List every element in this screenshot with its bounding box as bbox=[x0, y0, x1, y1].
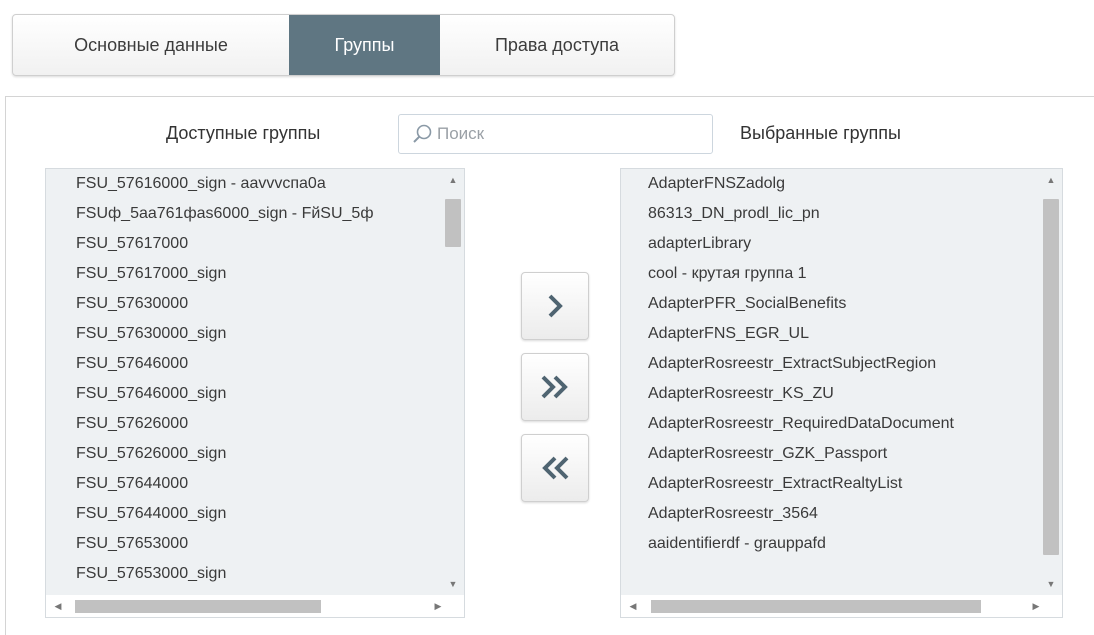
list-item[interactable]: FSU_57626000 bbox=[46, 409, 442, 439]
list-item[interactable]: FSU_57617000_sign bbox=[46, 259, 442, 289]
scroll-up-arrow-icon[interactable]: ▲ bbox=[442, 171, 464, 189]
list-item[interactable]: FSU_57626000_sign bbox=[46, 439, 442, 469]
tab-access-rights[interactable]: Права доступа bbox=[440, 15, 674, 75]
list-item[interactable]: AdapterFNS_EGR_UL bbox=[621, 319, 1040, 349]
list-item[interactable]: AdapterRosreestr_ExtractSubjectRegion bbox=[621, 349, 1040, 379]
scroll-thumb[interactable] bbox=[1043, 199, 1059, 555]
list-item[interactable]: FSU_57630000_sign bbox=[46, 319, 442, 349]
vertical-scrollbar[interactable]: ▲ ▼ bbox=[1040, 169, 1062, 595]
list-item[interactable]: FSU_57617000 bbox=[46, 229, 442, 259]
list-item[interactable]: AdapterRosreestr_RequiredDataDocument bbox=[621, 409, 1040, 439]
list-item[interactable]: FSU_57646000 bbox=[46, 349, 442, 379]
scroll-right-arrow-icon[interactable]: ▶ bbox=[1026, 595, 1046, 617]
scroll-thumb[interactable] bbox=[651, 600, 981, 613]
tab-bar: Основные данные Группы Права доступа bbox=[12, 14, 675, 76]
selected-groups-list[interactable]: AdapterFNSZadolg 86313_DN_prodl_lic_pn a… bbox=[620, 168, 1063, 618]
tab-main-data[interactable]: Основные данные bbox=[13, 15, 289, 75]
list-item[interactable]: AdapterRosreestr_ExtractRealtyList bbox=[621, 469, 1040, 499]
list-item[interactable]: FSU_57616000_sign - aavvvcпa0a bbox=[46, 169, 442, 199]
available-items: FSU_57616000_sign - aavvvcпa0a FSUф_5aa7… bbox=[46, 169, 442, 595]
horizontal-scrollbar[interactable]: ◀ ▶ bbox=[46, 595, 464, 617]
list-item[interactable]: FSU_57653000_sign bbox=[46, 559, 442, 589]
scroll-thumb[interactable] bbox=[75, 600, 321, 613]
add-selected-button[interactable] bbox=[521, 272, 589, 340]
search-icon bbox=[413, 124, 432, 143]
available-groups-list[interactable]: FSU_57616000_sign - aavvvcпa0a FSUф_5aa7… bbox=[45, 168, 465, 618]
chevron-right-icon bbox=[548, 294, 563, 318]
list-item[interactable]: adapterLibrary bbox=[621, 229, 1040, 259]
search-input[interactable] bbox=[435, 123, 699, 145]
list-item[interactable]: AdapterRosreestr_KS_ZU bbox=[621, 379, 1040, 409]
list-item[interactable]: cool - крутая группа 1 bbox=[621, 259, 1040, 289]
scroll-down-arrow-icon[interactable]: ▼ bbox=[442, 575, 464, 593]
list-item[interactable]: AdapterRosreestr_3564 bbox=[621, 499, 1040, 529]
horizontal-scrollbar[interactable]: ◀ ▶ bbox=[621, 595, 1062, 617]
scroll-thumb[interactable] bbox=[445, 199, 461, 247]
scroll-left-arrow-icon[interactable]: ◀ bbox=[48, 595, 68, 617]
double-chevron-left-icon bbox=[542, 456, 569, 480]
list-item[interactable]: FSU_57646000_sign bbox=[46, 379, 442, 409]
available-groups-label: Доступные группы bbox=[166, 123, 321, 143]
list-item[interactable]: 86313_DN_prodl_lic_pn bbox=[621, 199, 1040, 229]
selected-items: AdapterFNSZadolg 86313_DN_prodl_lic_pn a… bbox=[621, 169, 1040, 595]
list-item[interactable]: FSU_57630000 bbox=[46, 289, 442, 319]
double-chevron-right-icon bbox=[541, 375, 568, 399]
list-item[interactable]: FSUф_5aa761фas6000_sign - FйSU_5ф bbox=[46, 199, 442, 229]
list-item[interactable]: FSU_57644000_sign bbox=[46, 499, 442, 529]
scroll-up-arrow-icon[interactable]: ▲ bbox=[1040, 171, 1062, 189]
remove-all-button[interactable] bbox=[521, 434, 589, 502]
scroll-right-arrow-icon[interactable]: ▶ bbox=[428, 595, 448, 617]
search-box[interactable] bbox=[398, 114, 713, 154]
list-item[interactable]: aaidentifierdf - grauppafd bbox=[621, 529, 1040, 559]
vertical-scrollbar[interactable]: ▲ ▼ bbox=[442, 169, 464, 595]
list-item[interactable]: FSU_57653000 bbox=[46, 529, 442, 559]
list-item[interactable]: AdapterPFR_SocialBenefits bbox=[621, 289, 1040, 319]
tab-groups[interactable]: Группы bbox=[289, 15, 440, 75]
add-all-button[interactable] bbox=[521, 353, 589, 421]
list-item[interactable]: AdapterFNSZadolg bbox=[621, 169, 1040, 199]
list-item[interactable]: AdapterRosreestr_GZK_Passport bbox=[621, 439, 1040, 469]
scroll-down-arrow-icon[interactable]: ▼ bbox=[1040, 575, 1062, 593]
selected-groups-label: Выбранные группы bbox=[740, 123, 901, 143]
scroll-left-arrow-icon[interactable]: ◀ bbox=[623, 595, 643, 617]
list-item[interactable]: FSU_57644000 bbox=[46, 469, 442, 499]
